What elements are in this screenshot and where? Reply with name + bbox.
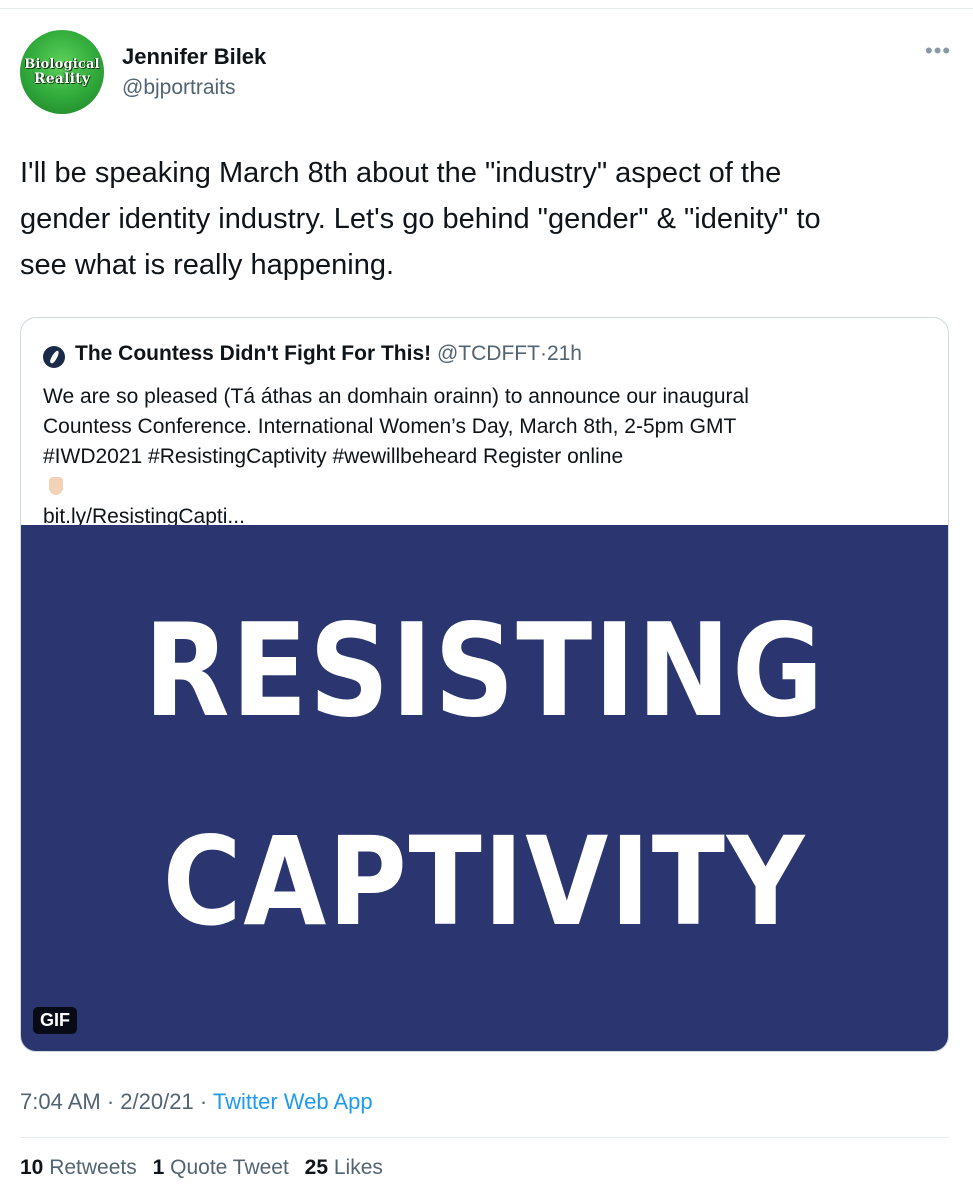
quoted-text-line: We are so pleased (Tá áthas an domhain o… xyxy=(43,385,749,408)
likes-stat[interactable]: 25 Likes xyxy=(305,1156,383,1180)
author-display-name[interactable]: Jennifer Bilek xyxy=(122,44,266,70)
top-divider xyxy=(0,8,973,9)
feather-icon xyxy=(48,349,60,365)
tweet-date[interactable]: 2/20/21 xyxy=(120,1089,193,1114)
tweet-time[interactable]: 7:04 AM xyxy=(20,1089,101,1114)
stats-divider xyxy=(20,1137,949,1138)
author-handle[interactable]: @bjportraits xyxy=(122,76,236,100)
quoted-tweet-text: We are so pleased (Tá áthas an domhain o… xyxy=(43,382,933,532)
tweet-text-line: see what is really happening. xyxy=(20,249,395,281)
quoted-author-name: The Countess Didn't Fight For This! xyxy=(75,342,432,365)
quote-tweets-stat[interactable]: 1 Quote Tweet xyxy=(153,1156,289,1180)
gif-badge: GIF xyxy=(33,1007,77,1034)
tweet-text-line: gender identity industry. Let's go behin… xyxy=(20,203,821,235)
quoted-author-avatar xyxy=(43,346,65,368)
tweet-stats: 10 Retweets 1 Quote Tweet 25 Likes xyxy=(20,1156,393,1180)
separator-dot: · xyxy=(539,342,547,365)
quoted-tweet-time: 21h xyxy=(546,342,582,365)
retweets-stat[interactable]: 10 Retweets xyxy=(20,1156,137,1180)
likes-label: Likes xyxy=(333,1156,383,1179)
retweets-label: Retweets xyxy=(49,1156,137,1179)
quoted-text-line: #IWD2021 #ResistingCaptivity #wewillbehe… xyxy=(43,442,933,502)
source-app-link[interactable]: Twitter Web App xyxy=(213,1089,373,1114)
tweet-meta: 7:04 AM · 2/20/21 · Twitter Web App xyxy=(20,1089,373,1115)
separator-dot: · xyxy=(106,1089,115,1114)
gif-media[interactable]: RESISTING CAPTIVITY GIF xyxy=(21,525,948,1051)
avatar-logo-text: Biological xyxy=(24,57,100,72)
quoted-author-handle: @TCDFFT xyxy=(436,342,540,365)
quotes-count: 1 xyxy=(152,1156,165,1179)
separator-dot: · xyxy=(199,1089,208,1114)
more-dots-icon[interactable]: ••• xyxy=(925,40,950,62)
quoted-tweet-header: The Countess Didn't Fight For This! @TCD… xyxy=(75,342,582,366)
quoted-tweet-card[interactable]: The Countess Didn't Fight For This! @TCD… xyxy=(20,317,949,1052)
quoted-text-line: Countess Conference. International Women… xyxy=(43,415,737,438)
gif-text-line: CAPTIVITY xyxy=(162,811,807,953)
tweet-text-line: I'll be speaking March 8th about the "in… xyxy=(20,157,782,189)
author-avatar[interactable]: Biological Reality xyxy=(20,30,104,114)
retweets-count: 10 xyxy=(20,1156,44,1179)
quotes-label: Quote Tweet xyxy=(170,1156,289,1179)
gif-text-line: RESISTING xyxy=(143,597,826,746)
quoted-text-line-content: #IWD2021 #ResistingCaptivity #wewillbehe… xyxy=(43,445,624,468)
pointing-down-icon xyxy=(49,477,63,495)
avatar-logo-text: Reality xyxy=(33,71,91,87)
likes-count: 25 xyxy=(304,1156,329,1179)
tweet-text: I'll be speaking March 8th about the "in… xyxy=(20,150,950,288)
